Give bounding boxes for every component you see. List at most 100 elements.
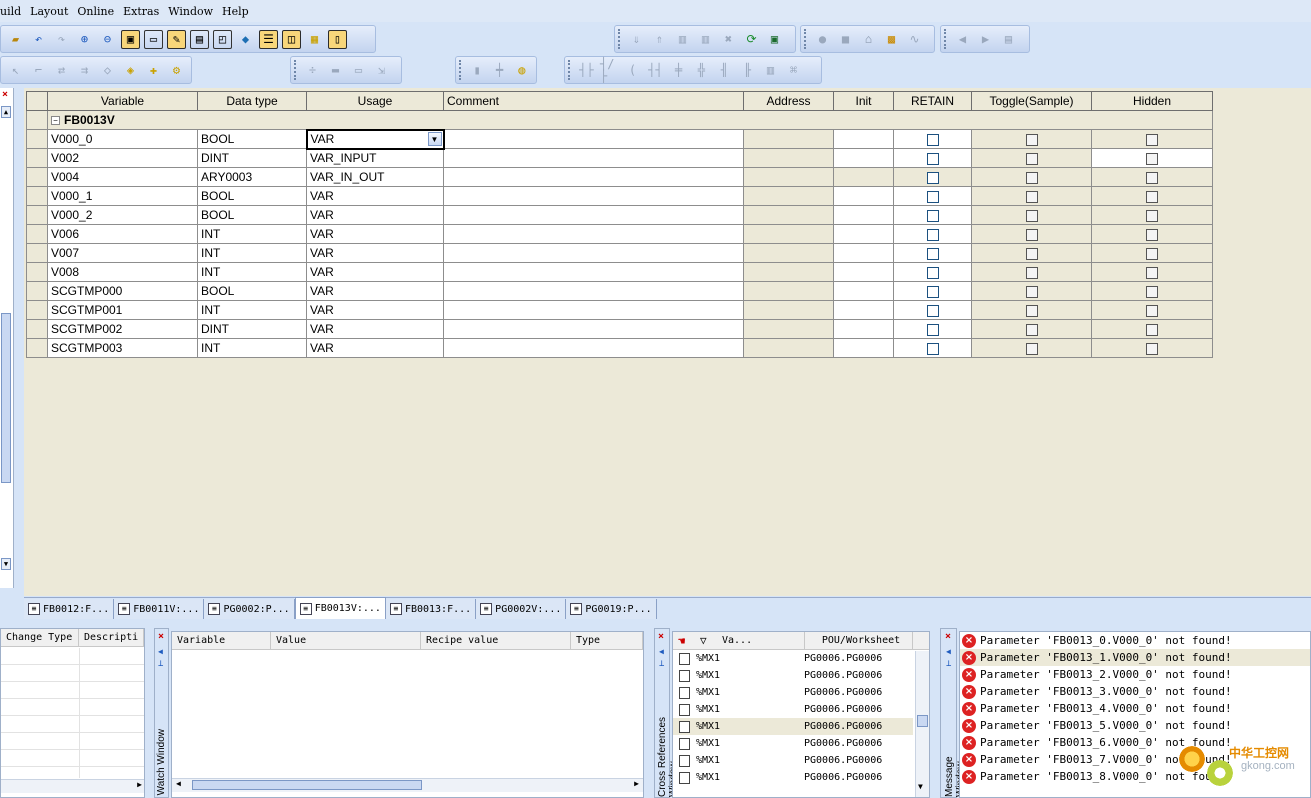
variable-cell[interactable]: V004 [47, 167, 198, 187]
init-cell[interactable] [833, 300, 894, 320]
split-icon[interactable]: ◫ [282, 29, 301, 49]
init-cell[interactable] [833, 129, 894, 149]
step-sfc-icon[interactable]: ▮ [468, 61, 486, 80]
toggle-checkbox[interactable] [1025, 285, 1038, 298]
link-icon[interactable]: ◇ [98, 61, 117, 80]
hidden-cell[interactable] [1091, 186, 1213, 206]
toggle-checkbox[interactable] [1025, 266, 1038, 279]
row-header[interactable] [26, 262, 48, 282]
upload-icon[interactable]: ⇑ [650, 30, 669, 49]
doc-tab[interactable]: ≡ FB0013:F... [385, 599, 477, 619]
hidden-cell[interactable] [1091, 148, 1213, 168]
col-data-type[interactable]: Data type [197, 91, 307, 111]
message-window-handle[interactable]: × ◀ ⊥ Message Window [940, 628, 966, 798]
xref-window-handle[interactable]: × ◀ ⊥ Cross References Window [654, 628, 679, 798]
col-retain[interactable]: RETAIN [893, 91, 972, 111]
insert-icon[interactable]: ÷ [303, 61, 322, 80]
edit-icon[interactable]: ✎ [167, 29, 186, 49]
toggle-cell[interactable] [971, 243, 1092, 263]
toggle-checkbox[interactable] [1025, 171, 1038, 184]
message-item[interactable]: × Parameter 'FB0013_4.V000_0' not found! [960, 700, 1310, 717]
retain-cell[interactable] [893, 186, 972, 206]
row-header[interactable] [26, 300, 48, 320]
watch-window-handle[interactable]: × ◀ ⊥ Watch Window [154, 628, 169, 798]
retain-cell[interactable] [893, 281, 972, 301]
xref-scroll-thumb[interactable] [917, 715, 928, 727]
function-icon[interactable]: ⚙ [167, 61, 186, 80]
block-icon[interactable]: ▬ [326, 61, 345, 80]
list-item[interactable]: %MX1 PG0006.PG0006 [673, 769, 913, 786]
row-header[interactable] [26, 243, 48, 263]
stop-icon[interactable]: ■ [836, 30, 855, 49]
step-icon[interactable]: ⌂ [859, 30, 878, 49]
hidden-cell[interactable] [1091, 167, 1213, 187]
contact-p-icon[interactable]: ╪ [669, 61, 688, 80]
comment-cell[interactable] [443, 281, 744, 301]
menu-layout[interactable]: Layout [30, 5, 68, 18]
hidden-checkbox[interactable] [1146, 266, 1158, 279]
usage-cell[interactable]: VAR [306, 319, 444, 339]
variable-cell[interactable]: V008 [47, 262, 198, 282]
list-item[interactable]: %MX1 PG0006.PG0006 [673, 684, 913, 701]
retain-checkbox[interactable] [926, 247, 939, 260]
coil-out-icon[interactable]: ( [623, 61, 642, 80]
monitor-icon[interactable]: ▣ [765, 30, 784, 49]
toggle-cell[interactable] [971, 224, 1092, 244]
address-cell[interactable] [743, 129, 834, 149]
retain-checkbox[interactable] [926, 266, 939, 279]
address-cell[interactable] [743, 148, 834, 168]
menu-help[interactable]: Help [222, 5, 249, 18]
xref-vscroll[interactable]: ▼ [915, 651, 929, 797]
comment-cell[interactable] [443, 205, 744, 225]
retain-cell[interactable] [893, 262, 972, 282]
data-type-cell[interactable]: INT [197, 262, 307, 282]
action-icon[interactable]: ◍ [513, 61, 531, 80]
retain-cell[interactable] [893, 148, 972, 168]
hidden-checkbox[interactable] [1146, 228, 1158, 241]
hidden-checkbox[interactable] [1146, 209, 1158, 222]
zoom-in-icon[interactable]: ⊕ [75, 30, 94, 49]
branch-icon[interactable]: ⇉ [75, 61, 94, 80]
data-type-cell[interactable]: BOOL [197, 205, 307, 225]
open-icon[interactable]: ▰ [6, 30, 25, 49]
usage-cell[interactable]: VAR [306, 205, 444, 225]
list-item[interactable]: %MX1 PG0006.PG0006 [673, 718, 913, 735]
init-cell[interactable] [833, 243, 894, 263]
message-item[interactable]: × Parameter 'FB0013_3.V000_0' not found! [960, 683, 1310, 700]
col-address[interactable]: Address [743, 91, 834, 111]
scroll-right-icon[interactable]: ▶ [634, 779, 639, 788]
retain-checkbox[interactable] [926, 152, 939, 165]
download-icon[interactable]: ⇓ [627, 30, 646, 49]
project-tree-pane[interactable]: × ▲ ▼ [0, 88, 14, 588]
hidden-checkbox[interactable] [1146, 247, 1158, 260]
doc-tab[interactable]: ≡ FB0011V:... [114, 599, 205, 619]
list-item[interactable]: %MX1 PG0006.PG0006 [673, 701, 913, 718]
wave-icon[interactable]: ∿ [905, 30, 924, 49]
undo-icon[interactable]: ↶ [29, 30, 48, 49]
hidden-checkbox[interactable] [1146, 323, 1158, 336]
col-change-type[interactable]: Change Type [1, 629, 79, 646]
address-cell[interactable] [743, 262, 834, 282]
doc-tab[interactable]: ≡ PG0019:P... [566, 599, 657, 619]
dropdown-arrow-icon[interactable]: ▼ [427, 131, 442, 146]
collapse-icon[interactable]: − [51, 116, 60, 126]
notes-icon[interactable]: ▦ [305, 30, 324, 49]
data-type-cell[interactable]: BOOL [197, 129, 307, 149]
toggle-checkbox[interactable] [1025, 247, 1038, 260]
breakpoint-icon[interactable]: ● [813, 30, 832, 49]
toggle-cell[interactable] [971, 186, 1092, 206]
contact-nc-icon[interactable]: ┤/├ [600, 58, 619, 82]
row-header[interactable] [26, 338, 48, 358]
usage-cell[interactable]: VAR ▼ [305, 128, 445, 150]
dock-left-icon[interactable]: ◀ [946, 647, 951, 656]
usage-cell[interactable]: VAR [306, 224, 444, 244]
message-item[interactable]: × Parameter 'FB0013_5.V000_0' not found! [960, 717, 1310, 734]
redo-icon[interactable]: ↷ [52, 30, 71, 49]
contact-no-icon[interactable]: ┤├ [577, 61, 596, 80]
init-cell[interactable] [833, 338, 894, 358]
init-cell[interactable] [833, 205, 894, 225]
rung-icon[interactable]: ▥ [761, 61, 780, 80]
hidden-checkbox[interactable] [1146, 190, 1158, 203]
pin-icon[interactable]: ⊥ [158, 659, 163, 669]
retain-cell[interactable] [893, 319, 972, 339]
